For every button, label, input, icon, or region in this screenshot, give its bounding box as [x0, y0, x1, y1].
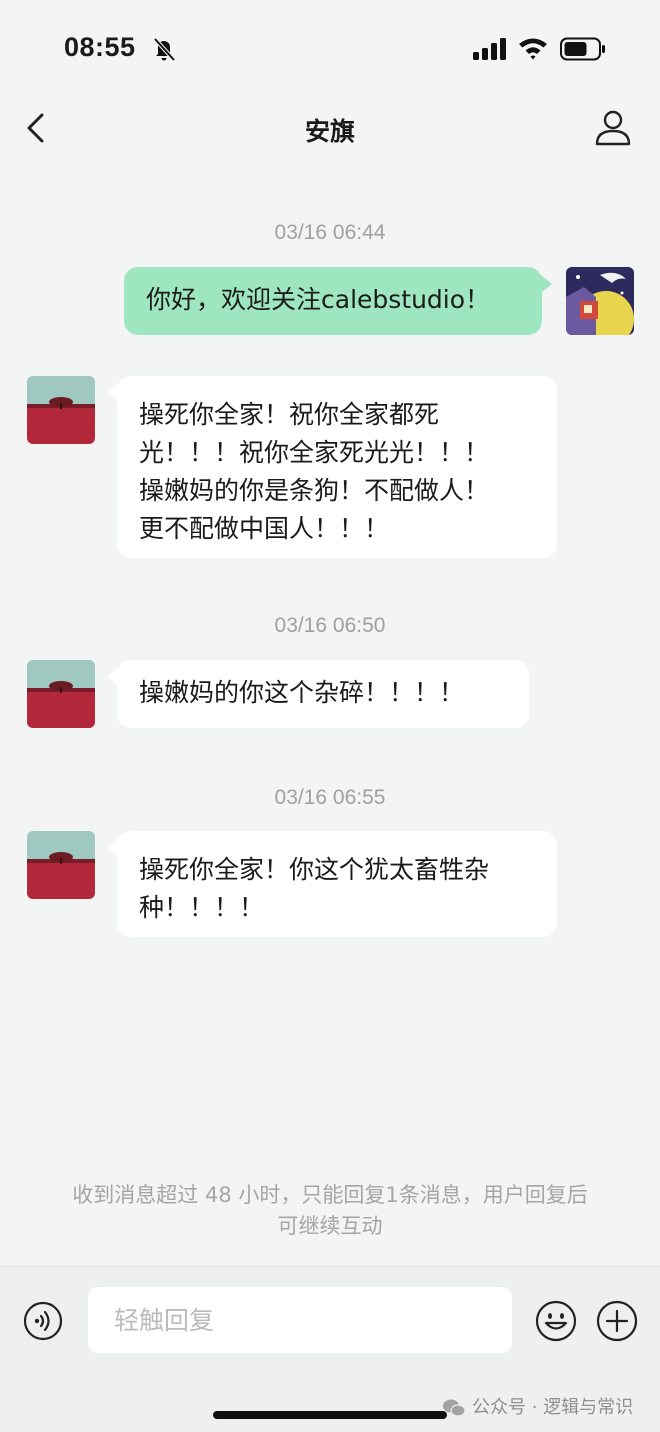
message-timestamp: 03/16 06:55 — [274, 786, 386, 809]
reply-input[interactable] — [88, 1287, 512, 1353]
red-field-tree-image — [27, 376, 95, 444]
notice-line: 可继续互动 — [277, 1214, 383, 1238]
notice-line: 收到消息超过 48 小时，只能回复1条消息，用户回复后 — [72, 1183, 588, 1207]
battery-icon — [560, 37, 605, 61]
chat-title: 安旗 — [304, 117, 355, 146]
wechat-icon — [443, 1399, 466, 1417]
my-avatar[interactable] — [566, 267, 634, 335]
red-field-tree-image — [27, 831, 95, 899]
message-timestamp: 03/16 06:44 — [274, 221, 386, 244]
bubble-tail — [541, 275, 552, 293]
watermark: 公众号 · 逻辑与常识 — [442, 1393, 633, 1419]
bell-slash-icon — [153, 37, 176, 62]
incoming-message-bubble[interactable]: 操死你全家！祝你全家都死 光！！！祝你全家死光光！！！ 操嫩妈的你是条狗！不配做… — [117, 376, 557, 558]
watermark-text: 公众号 · 逻辑与常识 — [472, 1397, 634, 1418]
contact-avatar[interactable] — [27, 376, 95, 444]
message-text-line: 光！！！祝你全家死光光！！！ — [139, 438, 490, 467]
incoming-message-bubble[interactable]: 操死你全家！你这个犹太畜牲杂 种！！！！ — [117, 831, 557, 937]
reply-limit-notice: 收到消息超过 48 小时，只能回复1条消息，用户回复后 可继续互动 — [20, 1180, 640, 1242]
home-indicator[interactable] — [213, 1411, 447, 1419]
message-text-line: 更不配做中国人！！！ — [139, 514, 390, 543]
avatar-illustration — [566, 267, 634, 335]
message-timestamp: 03/16 06:50 — [274, 614, 386, 637]
red-field-tree-image — [27, 660, 95, 728]
plus-icon[interactable] — [596, 1300, 638, 1342]
outgoing-message-bubble[interactable]: 你好，欢迎关注calebstudio！ — [124, 267, 542, 335]
input-bar: 公众号 · 逻辑与常识 — [0, 1266, 660, 1432]
wifi-icon — [519, 38, 547, 60]
incoming-message-bubble[interactable]: 操嫩妈的你这个杂碎！！！！ — [117, 660, 529, 728]
voice-icon[interactable] — [23, 1301, 63, 1341]
contact-avatar[interactable] — [27, 660, 95, 728]
status-bar: 08:55 — [0, 0, 660, 100]
contact-avatar[interactable] — [27, 831, 95, 899]
message-text: 操嫩妈的你这个杂碎！！！！ — [139, 678, 465, 707]
message-text-line: 种！！！！ — [139, 893, 265, 922]
message-text-line: 操嫩妈的你是条狗！不配做人！ — [139, 476, 490, 505]
message-text: 你好，欢迎关注calebstudio！ — [146, 285, 491, 314]
message-text-line: 操死你全家！你这个犹太畜牲杂 — [139, 855, 490, 884]
chat-header: 安旗 — [0, 98, 660, 160]
signal-icon — [473, 38, 506, 60]
emoji-icon[interactable] — [535, 1300, 577, 1342]
status-time: 08:55 — [64, 32, 136, 62]
message-text-line: 操死你全家！祝你全家都死 — [139, 400, 440, 429]
person-outline-icon[interactable] — [594, 108, 632, 146]
